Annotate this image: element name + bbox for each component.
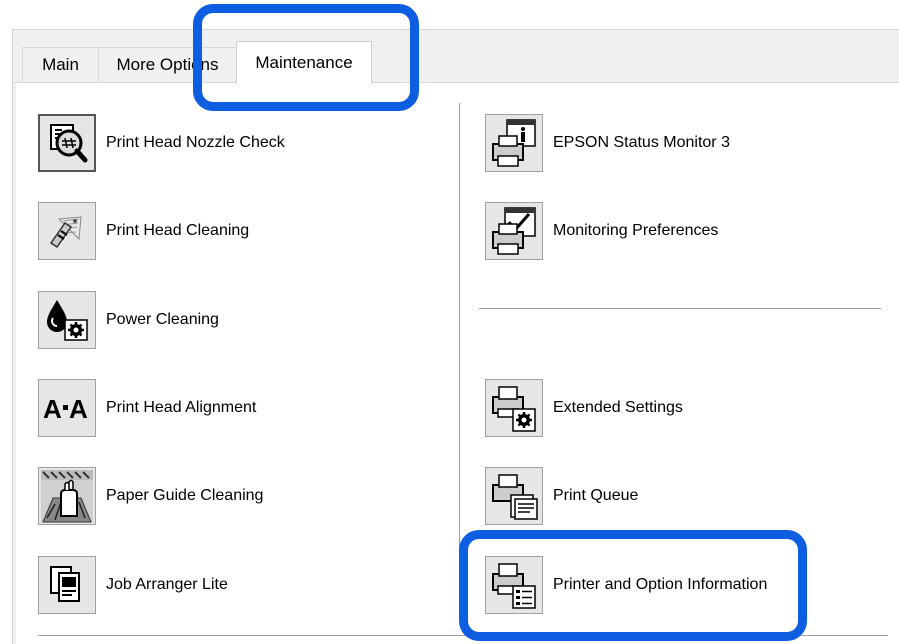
- nozzle-check-icon: [38, 114, 96, 172]
- tab-maintenance[interactable]: Maintenance: [236, 41, 372, 84]
- print-queue-label: Print Queue: [553, 487, 639, 504]
- extended-settings-button[interactable]: Extended Settings: [485, 379, 683, 437]
- column-divider: [459, 103, 460, 601]
- status-monitor-icon: [485, 114, 543, 172]
- paper-guide-cleaning-label: Paper Guide Cleaning: [106, 487, 264, 504]
- monitoring-preferences-button[interactable]: Monitoring Preferences: [485, 202, 718, 260]
- printer-and-option-information-button[interactable]: Printer and Option Information: [485, 556, 767, 614]
- monitoring-preferences-label: Monitoring Preferences: [553, 222, 719, 239]
- tab-more-options-label: More Options: [116, 54, 219, 74]
- head-cleaning-icon: [38, 202, 96, 260]
- tab-more-options[interactable]: More Options: [98, 47, 237, 81]
- print-head-nozzle-check-label: Print Head Nozzle Check: [106, 134, 285, 151]
- tab-main[interactable]: Main: [22, 47, 99, 81]
- monitoring-preferences-icon: [485, 202, 543, 260]
- printer-and-option-information-label: Printer and Option Information: [553, 576, 768, 593]
- head-alignment-icon: A A: [38, 379, 96, 437]
- extended-settings-label: Extended Settings: [553, 399, 683, 416]
- power-cleaning-icon: [38, 291, 96, 349]
- print-head-cleaning-label: Print Head Cleaning: [106, 222, 250, 239]
- printer-info-icon: [485, 556, 543, 614]
- job-arranger-icon: [38, 556, 96, 614]
- print-queue-icon: [485, 467, 543, 525]
- paper-guide-cleaning-icon: [38, 467, 96, 525]
- bottom-divider: [38, 635, 888, 636]
- print-head-nozzle-check-button[interactable]: Print Head Nozzle Check: [38, 114, 285, 172]
- paper-guide-cleaning-button[interactable]: Paper Guide Cleaning: [38, 467, 263, 525]
- section-divider: [479, 308, 881, 309]
- epson-status-monitor-label: EPSON Status Monitor 3: [553, 134, 730, 151]
- svg-text:A: A: [69, 394, 88, 424]
- power-cleaning-label: Power Cleaning: [106, 311, 219, 328]
- power-cleaning-button[interactable]: Power Cleaning: [38, 291, 219, 349]
- svg-text:A: A: [43, 394, 62, 424]
- print-head-alignment-button[interactable]: A A Print Head Alignment: [38, 379, 256, 437]
- tab-maintenance-label: Maintenance: [255, 53, 353, 72]
- job-arranger-lite-label: Job Arranger Lite: [106, 576, 228, 593]
- panel-left-edge: [13, 83, 16, 644]
- print-queue-button[interactable]: Print Queue: [485, 467, 638, 525]
- tab-strip-border: [13, 82, 899, 83]
- job-arranger-lite-button[interactable]: Job Arranger Lite: [38, 556, 228, 614]
- extended-settings-icon: [485, 379, 543, 437]
- tab-main-label: Main: [42, 54, 79, 74]
- print-head-alignment-label: Print Head Alignment: [106, 399, 257, 416]
- epson-status-monitor-button[interactable]: EPSON Status Monitor 3: [485, 114, 730, 172]
- print-head-cleaning-button[interactable]: Print Head Cleaning: [38, 202, 249, 260]
